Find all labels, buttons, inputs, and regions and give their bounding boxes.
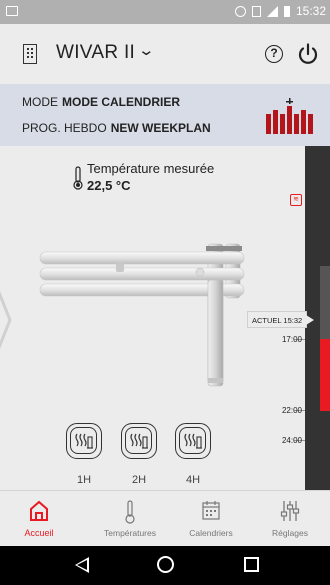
bottom-navigation: Accueil Températures Calendriers Réglage… xyxy=(0,490,330,546)
boost-2h-label: 2H xyxy=(131,474,147,486)
boost-1h-button[interactable] xyxy=(66,423,102,459)
heat-waves-icon xyxy=(75,433,93,449)
prog-value: NEW WEEKPLAN xyxy=(110,121,211,135)
nav-calendriers[interactable]: Calendriers xyxy=(171,491,251,547)
towel-radiator-image xyxy=(39,243,245,387)
nav-label-calendriers: Calendriers xyxy=(189,528,233,538)
thermometer-icon xyxy=(73,166,83,190)
notification-icon xyxy=(6,6,18,16)
settings-sliders-icon xyxy=(280,501,300,521)
temperature-label: Température mesurée xyxy=(87,161,215,176)
status-time: 15:32 xyxy=(295,4,326,18)
home-icon xyxy=(30,500,48,521)
nav-accueil[interactable]: Accueil xyxy=(9,491,69,547)
power-icon[interactable] xyxy=(296,42,320,66)
recent-apps-icon[interactable] xyxy=(244,557,259,572)
mode-panel[interactable]: MODE MODE CALENDRIER PROG. HEBDO NEW WEEKP… xyxy=(0,84,330,146)
nav-temperatures[interactable]: Températures xyxy=(90,491,170,547)
temperature-value: 22,5 °C xyxy=(87,178,131,193)
calendar-heat-icon[interactable]: ≋ xyxy=(290,194,302,206)
time-label-17: 17:00 xyxy=(281,335,302,344)
building-icon[interactable] xyxy=(23,44,37,64)
brand-logo xyxy=(266,98,313,134)
back-icon[interactable] xyxy=(75,557,89,573)
help-icon[interactable]: ? xyxy=(265,45,283,63)
time-label-22: 22:00 xyxy=(281,406,302,415)
nav-label-temperatures: Températures xyxy=(104,528,156,538)
mode-value: MODE CALENDRIER xyxy=(62,95,181,109)
timeline-past-band xyxy=(320,266,330,339)
timeline-active-period xyxy=(320,339,330,411)
prog-label: PROG. HEBDO xyxy=(22,121,107,135)
boost-2h-button[interactable] xyxy=(121,423,157,459)
vibrate-icon xyxy=(251,5,261,17)
current-time-marker: ACTUEL 15:32 xyxy=(247,311,315,328)
mode-label: MODE xyxy=(22,95,58,109)
nav-reglages[interactable]: Réglages xyxy=(250,491,330,547)
mode-row: MODE MODE CALENDRIER xyxy=(22,95,180,109)
home-circle-icon[interactable] xyxy=(157,556,174,573)
device-name[interactable]: WIVAR II xyxy=(56,42,135,64)
heat-waves-icon xyxy=(130,433,148,449)
boost-4h-label: 4H xyxy=(185,474,201,486)
signal-icon xyxy=(266,5,278,17)
system-navigation-bar xyxy=(0,546,330,585)
boost-1h-label: 1H xyxy=(76,474,92,486)
nav-label-reglages: Réglages xyxy=(272,528,308,538)
nav-label-accueil: Accueil xyxy=(24,528,54,538)
status-bar: 15:32 xyxy=(0,0,330,24)
chevron-down-icon[interactable]: ⌄ xyxy=(137,41,155,59)
time-label-24: 24:00 xyxy=(281,436,302,445)
prog-row: PROG. HEBDO NEW WEEKPLAN xyxy=(22,121,211,135)
calendar-icon xyxy=(202,501,220,520)
sync-icon xyxy=(234,5,246,17)
previous-chevron-icon[interactable] xyxy=(0,270,20,370)
battery-icon xyxy=(283,5,290,17)
boost-4h-button[interactable] xyxy=(175,423,211,459)
status-icons: 15:32 xyxy=(234,4,326,18)
app-bar: WIVAR II ⌄ ? xyxy=(0,24,330,84)
heat-waves-icon xyxy=(184,433,202,449)
thermometer-icon xyxy=(125,500,135,524)
